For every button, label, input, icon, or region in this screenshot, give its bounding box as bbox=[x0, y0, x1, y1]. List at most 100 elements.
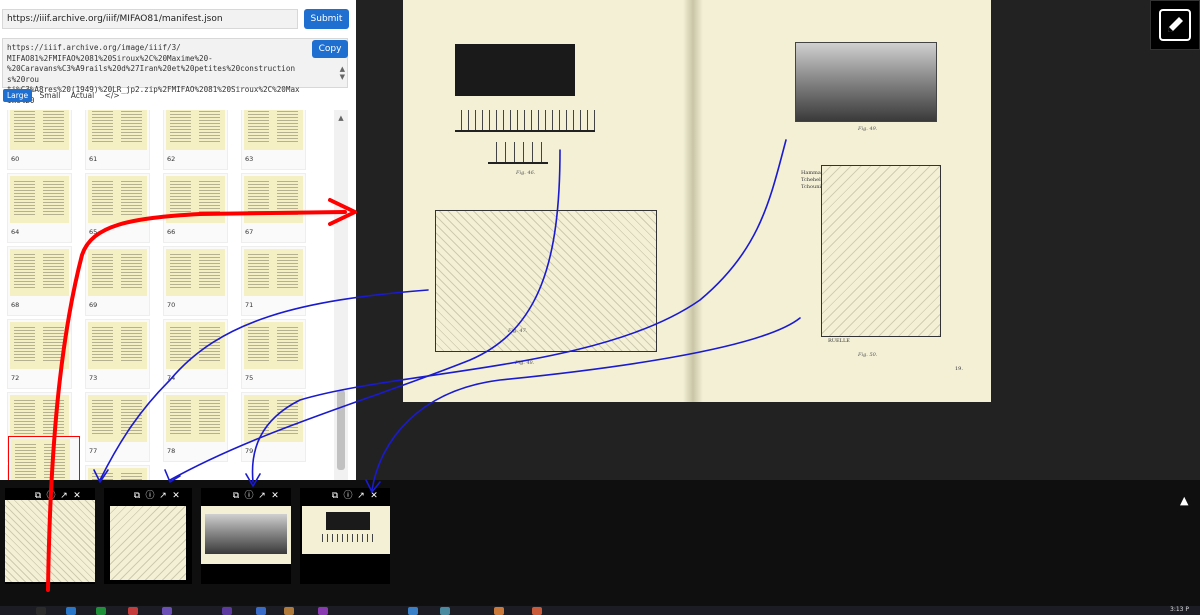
compare-panel-2[interactable] bbox=[104, 488, 192, 584]
copy-icon[interactable]: ⧉ bbox=[132, 491, 142, 501]
manifest-url-input[interactable] bbox=[2, 9, 298, 29]
strip-toggle-chevron-icon[interactable]: ▲ bbox=[1180, 494, 1188, 507]
hammam-plan bbox=[821, 165, 941, 337]
thumbnail-image bbox=[244, 110, 303, 150]
thumbnail-page-number: 71 bbox=[245, 301, 254, 309]
caption-fig-b: Fig. 47. bbox=[508, 328, 528, 334]
page-thumbnail[interactable]: 68 bbox=[7, 246, 72, 316]
thumbnail-image bbox=[244, 176, 303, 223]
panel-2-toolbar: ⧉ ⓘ ↗ ✕ bbox=[132, 491, 181, 501]
submit-button[interactable]: Submit bbox=[304, 9, 349, 29]
page-thumbnail[interactable]: 73 bbox=[85, 319, 150, 389]
taskbar-app-icon[interactable] bbox=[440, 607, 450, 615]
info-icon[interactable]: ⓘ bbox=[244, 491, 254, 501]
page-thumbnail[interactable]: 70 bbox=[163, 246, 228, 316]
page-thumbnail[interactable]: 77 bbox=[85, 392, 150, 462]
search-icon[interactable] bbox=[36, 607, 46, 615]
iiif-url-box[interactable]: https://iiif.archive.org/image/iiif/3/ M… bbox=[2, 38, 348, 105]
page-thumbnail[interactable]: 62 bbox=[163, 110, 228, 170]
close-icon[interactable]: ✕ bbox=[72, 491, 82, 501]
compare-panel-1[interactable] bbox=[5, 488, 95, 584]
compare-panel-4[interactable] bbox=[300, 488, 390, 584]
size-small-option[interactable]: Small bbox=[37, 89, 64, 102]
external-link-icon[interactable]: ↗ bbox=[158, 491, 168, 501]
taskbar-app-icon[interactable] bbox=[494, 607, 504, 615]
panel-3-image bbox=[201, 506, 291, 564]
page-thumbnail[interactable]: 60 bbox=[7, 110, 72, 170]
page-thumbnail[interactable]: 75 bbox=[241, 319, 306, 389]
taskbar-app-icon[interactable] bbox=[96, 607, 106, 615]
taskbar-app-icon[interactable] bbox=[128, 607, 138, 615]
external-link-icon[interactable]: ↗ bbox=[59, 491, 69, 501]
taskbar-app-icon[interactable] bbox=[408, 607, 418, 615]
taskbar-app-icon[interactable] bbox=[532, 607, 542, 615]
page-thumbnail[interactable]: 71 bbox=[241, 246, 306, 316]
edit-button[interactable] bbox=[1150, 0, 1200, 50]
size-large-option[interactable]: Large bbox=[3, 89, 33, 102]
thumbnail-page-number: 77 bbox=[89, 447, 98, 455]
page-thumbnail[interactable]: 63 bbox=[241, 110, 306, 170]
compare-panel-3[interactable] bbox=[201, 488, 291, 584]
scroll-up-arrow[interactable]: ▲ bbox=[334, 114, 348, 122]
copy-icon[interactable]: ⧉ bbox=[33, 491, 43, 501]
thumbnail-image bbox=[10, 395, 69, 442]
info-icon[interactable]: ⓘ bbox=[46, 491, 56, 501]
page-thumbnail[interactable]: 66 bbox=[163, 173, 228, 243]
external-link-icon[interactable]: ↗ bbox=[257, 491, 267, 501]
page-thumbnail[interactable]: 69 bbox=[85, 246, 150, 316]
copy-icon[interactable]: ⧉ bbox=[231, 491, 241, 501]
taskbar-app-icon[interactable] bbox=[222, 607, 232, 615]
size-code-option[interactable]: </> bbox=[102, 89, 123, 102]
thumbnail-page-number: 78 bbox=[167, 447, 176, 455]
close-icon[interactable]: ✕ bbox=[171, 491, 181, 501]
caption-fig-e: Fig. 50. bbox=[858, 352, 878, 358]
thumbnail-page-number: 73 bbox=[89, 374, 98, 382]
info-icon[interactable]: ⓘ bbox=[145, 491, 155, 501]
label-tchouni: Tchouni bbox=[801, 184, 822, 190]
thumbnail-image bbox=[166, 395, 225, 442]
thumbnail-image bbox=[88, 249, 147, 296]
panel-3-toolbar: ⧉ ⓘ ↗ ✕ bbox=[231, 491, 280, 501]
page-thumbnail[interactable]: 65 bbox=[85, 173, 150, 243]
taskbar-app-icon[interactable] bbox=[256, 607, 266, 615]
book-page-spread[interactable]: Fig. 46. Fig. 47. Fig. 48. Fig. 49. Hamm… bbox=[403, 0, 991, 402]
thumbnail-page-number: 63 bbox=[245, 155, 254, 163]
thumbnail-page-number: 70 bbox=[167, 301, 176, 309]
thumbnail-page-number: 75 bbox=[245, 374, 254, 382]
info-icon[interactable]: ⓘ bbox=[343, 491, 353, 501]
thumbnail-page-number: 65 bbox=[89, 228, 98, 236]
page-thumbnail[interactable]: 74 bbox=[163, 319, 228, 389]
page-thumbnail[interactable]: 67 bbox=[241, 173, 306, 243]
taskbar-app-icon[interactable] bbox=[318, 607, 328, 615]
large-site-plan bbox=[435, 210, 657, 352]
section-drawing-1 bbox=[455, 110, 595, 132]
thumbnail-image bbox=[10, 110, 69, 150]
page-thumbnail[interactable]: 61 bbox=[85, 110, 150, 170]
panel-4-toolbar: ⧉ ⓘ ↗ ✕ bbox=[330, 491, 379, 501]
taskbar-app-icon[interactable] bbox=[284, 607, 294, 615]
thumbnail-image bbox=[166, 176, 225, 223]
close-icon[interactable]: ✕ bbox=[369, 491, 379, 501]
thumbnail-image bbox=[166, 249, 225, 296]
caption-fig-a: Fig. 46. bbox=[516, 170, 536, 176]
scroll-thumb[interactable] bbox=[337, 390, 345, 470]
pencil-edit-icon bbox=[1159, 9, 1191, 41]
thumbnail-image bbox=[88, 110, 147, 150]
page-thumbnail[interactable]: 64 bbox=[7, 173, 72, 243]
taskbar-app-icon[interactable] bbox=[66, 607, 76, 615]
page-thumbnail[interactable]: 79 bbox=[241, 392, 306, 462]
page-thumbnail[interactable]: 78 bbox=[163, 392, 228, 462]
page-thumbnail[interactable]: 72 bbox=[7, 319, 72, 389]
taskbar-app-icon[interactable] bbox=[162, 607, 172, 615]
external-link-icon[interactable]: ↗ bbox=[356, 491, 366, 501]
size-selector: Large Small Actual </> bbox=[3, 89, 125, 103]
iiif-box-scroll[interactable]: ▲ ▼ bbox=[340, 65, 345, 81]
size-actual-option[interactable]: Actual bbox=[68, 89, 98, 102]
book-gutter bbox=[683, 0, 703, 402]
caption-fig-c: Fig. 48. bbox=[515, 360, 535, 366]
thumbnail-page-number: 66 bbox=[167, 228, 176, 236]
manifest-bar: Submit bbox=[2, 9, 349, 31]
copy-button[interactable]: Copy bbox=[312, 40, 348, 58]
copy-icon[interactable]: ⧉ bbox=[330, 491, 340, 501]
close-icon[interactable]: ✕ bbox=[270, 491, 280, 501]
